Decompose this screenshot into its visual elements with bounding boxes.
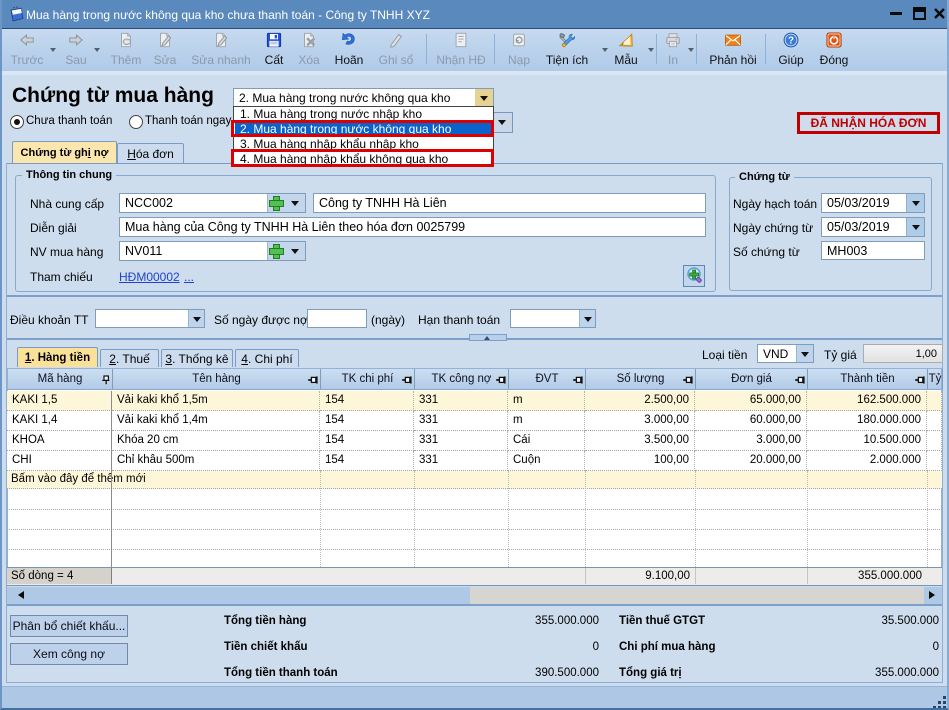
svg-text:?: ? <box>788 36 794 47</box>
